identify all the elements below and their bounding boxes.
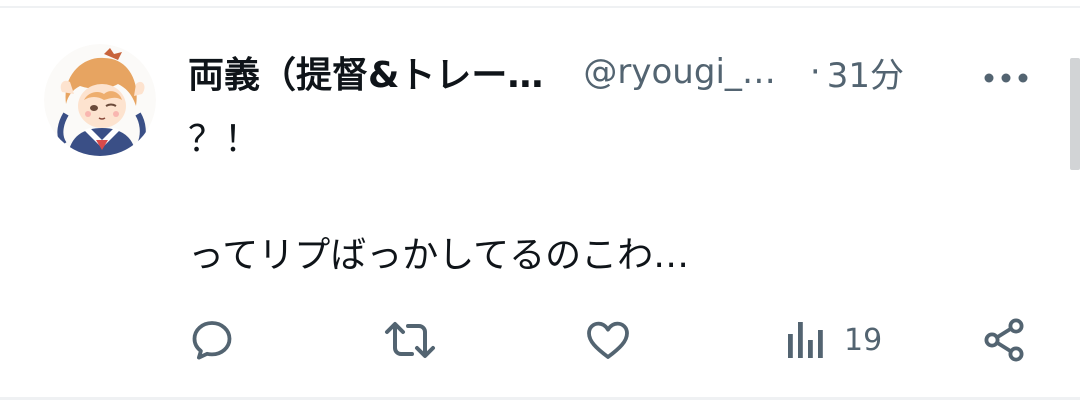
avatar[interactable] <box>44 44 156 156</box>
tweet-header: 両義（提督&トレー… @ryougi_… · 31分 <box>188 46 1048 98</box>
share-icon <box>984 318 1024 362</box>
tweet-card[interactable]: 両義（提督&トレー… @ryougi_… · 31分 ？！ ってリプばっかしてる… <box>0 0 1080 402</box>
user-handle[interactable]: @ryougi_… <box>583 52 775 92</box>
share-button[interactable] <box>980 316 1028 364</box>
retweet-icon <box>385 322 435 358</box>
separator-dot: · <box>809 52 821 92</box>
display-name[interactable]: 両義（提督&トレー… <box>188 46 543 98</box>
reply-button[interactable] <box>188 316 236 364</box>
views-count: 19 <box>844 322 883 358</box>
divider-top <box>0 6 1080 8</box>
tweet-text-line-3: ってリプばっかしてるのこわ… <box>188 235 690 276</box>
timestamp[interactable]: 31分 <box>827 48 904 97</box>
reply-icon <box>192 321 232 360</box>
like-button[interactable] <box>584 316 632 364</box>
retweet-button[interactable] <box>384 316 436 364</box>
tweet-text-line-1: ？！ <box>188 119 261 160</box>
more-options-icon[interactable] <box>984 68 1028 83</box>
scrollbar[interactable] <box>1070 58 1080 170</box>
avatar-image <box>44 44 156 156</box>
divider-bottom <box>0 397 1080 400</box>
bar-chart-icon <box>788 322 823 358</box>
heart-icon <box>587 321 629 359</box>
views-button[interactable]: 19 <box>786 316 882 364</box>
